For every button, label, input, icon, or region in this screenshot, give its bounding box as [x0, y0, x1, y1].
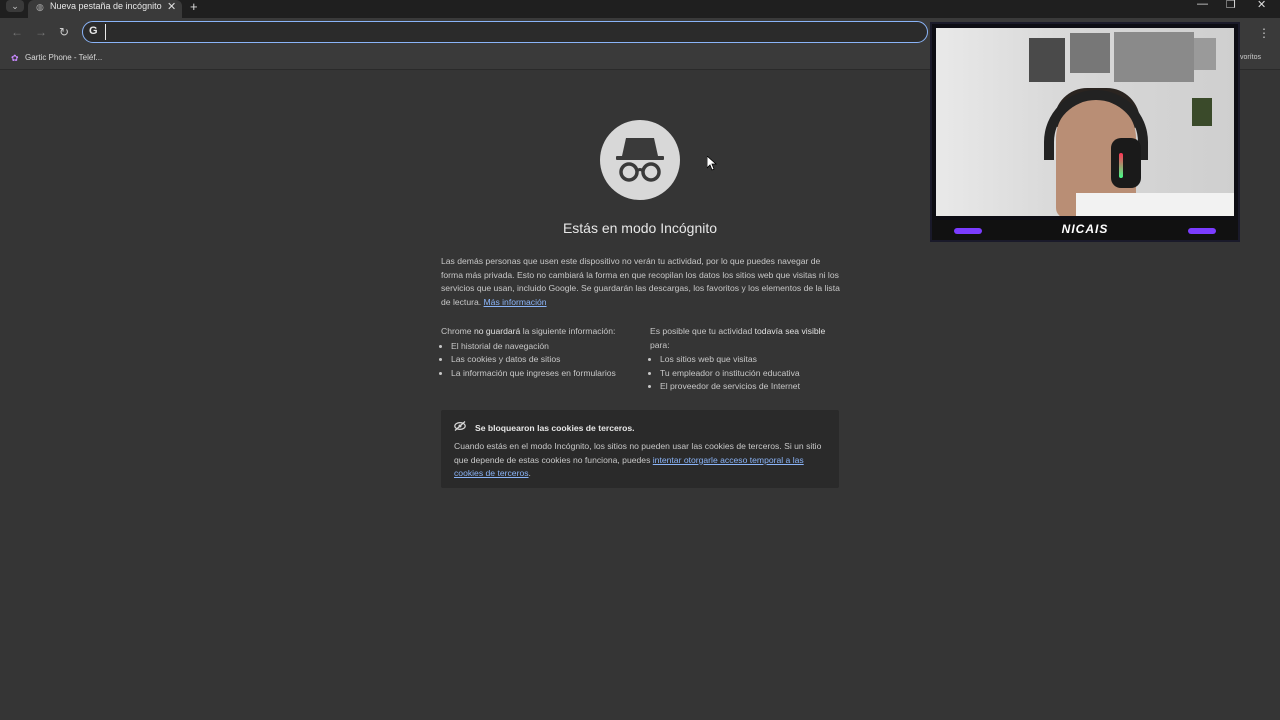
mouse-cursor-icon: [707, 156, 717, 171]
address-input[interactable]: [105, 24, 914, 40]
cookie-card-end: .: [528, 468, 531, 478]
webcam-overlay: NICAIS: [930, 22, 1240, 242]
forward-button[interactable]: →: [35, 25, 47, 39]
webcam-video: [936, 28, 1234, 216]
streamer-name: NICAIS: [1061, 222, 1109, 236]
incognito-icon: [600, 120, 680, 200]
incognito-description: Las demás personas que usen este disposi…: [441, 255, 841, 309]
tab-search-button[interactable]: ⌄: [6, 0, 24, 12]
left-intro-tail: la siguiente información:: [520, 326, 616, 336]
close-window-button[interactable]: ✕: [1257, 0, 1266, 11]
page-title: Estás en modo Incógnito: [562, 220, 718, 236]
omnibox[interactable]: G: [82, 21, 928, 43]
back-button[interactable]: ←: [11, 25, 23, 39]
tab-incognito[interactable]: ◍ Nueva pestaña de incógnito ✕: [28, 0, 182, 18]
gartic-favicon-icon: ✿: [11, 53, 19, 63]
left-intro-bold: no guardará: [473, 326, 521, 336]
list-item: El proveedor de servicios de Internet: [660, 380, 842, 394]
minimize-button[interactable]: —: [1197, 0, 1208, 10]
still-visible-list: Es posible que tu actividad todavía sea …: [650, 325, 842, 394]
bookmark-item[interactable]: Gartic Phone - Teléf...: [25, 53, 102, 62]
bookmarks-folder[interactable]: vorítos: [1240, 54, 1261, 61]
list-item: Las cookies y datos de sitios: [451, 353, 636, 367]
maximize-button[interactable]: ❐: [1226, 0, 1236, 11]
list-item: Tu empleador o institución educativa: [660, 367, 842, 381]
not-saved-list: Chrome no guardará la siguiente informac…: [441, 325, 636, 380]
right-intro-text: Es posible que tu actividad: [650, 326, 755, 336]
right-intro-bold: todavía sea visible: [754, 326, 826, 336]
list-item: Los sitios web que visitas: [660, 353, 842, 367]
list-item: La información que ingreses en formulari…: [451, 367, 636, 381]
cookie-card-text: Cuando estás en el modo Incógnito, los s…: [454, 440, 826, 481]
cookie-card-title: Se bloquearon las cookies de terceros.: [475, 423, 635, 433]
tab-title: Nueva pestaña de incógnito: [50, 1, 162, 11]
reload-button[interactable]: ↻: [59, 25, 69, 39]
third-party-cookies-card: Se bloquearon las cookies de terceros. C…: [441, 410, 839, 488]
list-item: El historial de navegación: [451, 340, 636, 354]
new-tab-button[interactable]: +: [190, 0, 198, 14]
globe-icon: ◍: [36, 2, 44, 12]
learn-more-link[interactable]: Más información: [484, 297, 547, 307]
google-icon: G: [89, 25, 98, 37]
left-intro-text: Chrome: [441, 326, 474, 336]
title-bar: ⌄ ◍ Nueva pestaña de incógnito ✕ + — ❐ ✕: [0, 0, 1280, 18]
close-tab-icon[interactable]: ✕: [167, 0, 176, 13]
right-intro-tail: para:: [650, 339, 670, 350]
eye-off-icon: [454, 421, 466, 434]
menu-icon[interactable]: ⋮: [1258, 26, 1270, 40]
